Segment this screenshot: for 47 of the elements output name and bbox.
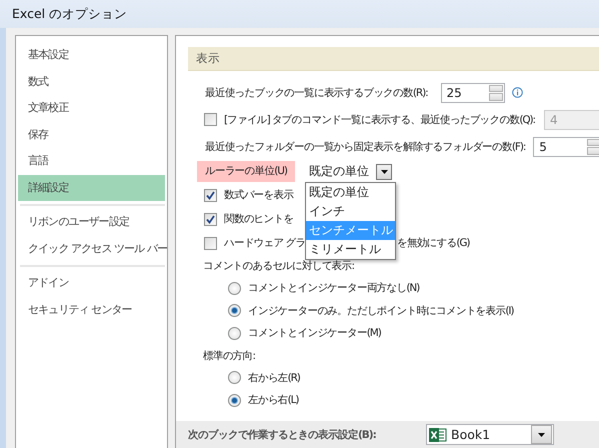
radio-button[interactable] xyxy=(228,282,241,295)
option-label: 最近使ったフォルダーの一覧から固定表示を解除するフォルダーの数(F): xyxy=(205,140,526,154)
checkbox[interactable] xyxy=(204,212,217,226)
number-field[interactable]: 25 xyxy=(440,82,505,102)
group-label: 標準の方向: xyxy=(203,348,255,362)
option-label: ルーラーの単位(U) xyxy=(197,161,295,182)
radio-button[interactable] xyxy=(228,326,241,340)
spreadsheet-icon xyxy=(429,428,447,442)
caret-icon xyxy=(538,432,545,436)
sidebar-item[interactable]: 数式 xyxy=(18,68,165,95)
sidebar-item[interactable]: クイック アクセス ツール バー xyxy=(18,236,165,262)
sidebar-item[interactable]: 基本設定 xyxy=(18,42,165,68)
option-label: 右から左(R) xyxy=(248,370,300,385)
spinner-icon[interactable] xyxy=(488,84,503,100)
radio-button[interactable] xyxy=(228,371,241,384)
dropdown-option[interactable]: ミリメートル xyxy=(306,240,395,258)
spinner-icon[interactable] xyxy=(587,138,599,154)
option-label: 関数のヒントを xyxy=(224,212,294,226)
checkbox[interactable] xyxy=(204,188,217,202)
sidebar-item[interactable]: 詳細設定 xyxy=(18,174,165,201)
dropdown-option[interactable]: 既定の単位 xyxy=(306,182,395,202)
caret-icon xyxy=(380,170,388,174)
option-label: コメントとインジケーター(M) xyxy=(248,326,381,340)
sidebar-item[interactable]: 言語 xyxy=(18,148,165,174)
option-label: 左から右(L) xyxy=(248,393,298,408)
option-label: ハードウェア グラ xyxy=(224,237,306,249)
window-title: Excel のオプション xyxy=(12,6,128,22)
sidebar-item[interactable]: セキュリティ センター xyxy=(18,296,165,323)
sidebar-item[interactable]: 文章校正 xyxy=(18,95,165,122)
radio-button[interactable] xyxy=(228,304,241,318)
section-header: 表示 xyxy=(188,47,599,71)
option-label: 数式バーを表示 xyxy=(224,188,294,202)
option-label: 最近使ったブックの一覧に表示するブックの数(R): xyxy=(205,86,428,100)
option-label: を無効にする(G) xyxy=(397,236,470,250)
option-label: [ファイル] タブのコマンド一覧に表示する、最近使ったブックの数(Q): xyxy=(224,112,535,126)
option-label: インジケーターのみ。ただしポイント時にコメントを表示(I) xyxy=(248,304,514,318)
checkbox[interactable] xyxy=(204,236,217,250)
footer-label: 次のブックで作業するときの表示設定(B): xyxy=(188,428,377,442)
sidebar-item[interactable]: アドイン xyxy=(18,270,165,296)
sidebar-item[interactable]: リボンのユーザー設定 xyxy=(18,209,165,236)
number-field[interactable]: 5 xyxy=(533,136,599,156)
radio-button[interactable] xyxy=(228,394,241,407)
dropdown-option[interactable]: インチ xyxy=(306,202,395,220)
workbook-dropdown[interactable]: Book1 xyxy=(426,424,554,445)
option-label: コメントとインジケーター両方なし(N) xyxy=(248,281,420,296)
group-label: コメントのあるセルに対して表示: xyxy=(203,259,354,273)
sidebar-item[interactable]: 保存 xyxy=(18,122,165,148)
